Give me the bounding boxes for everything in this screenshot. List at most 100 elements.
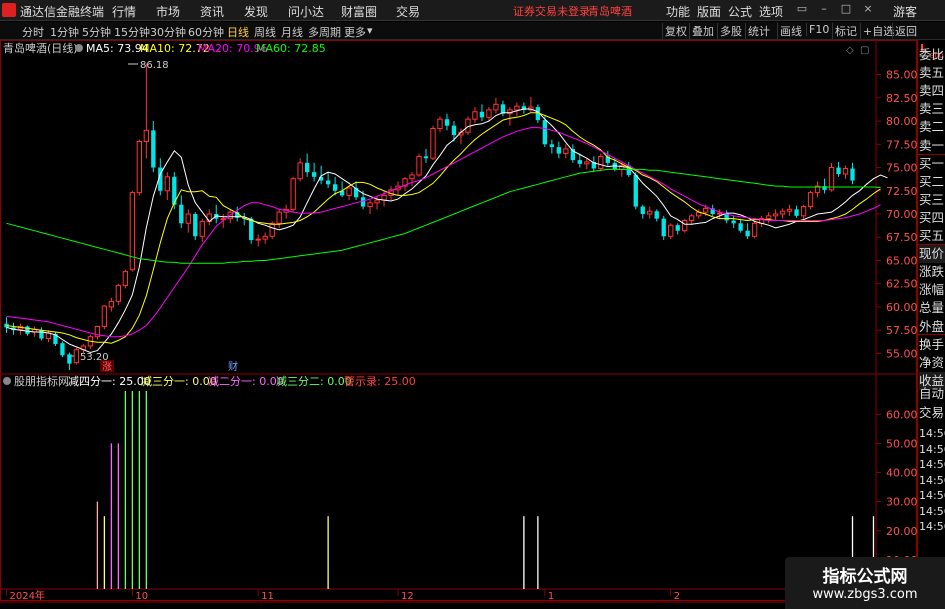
tool-add-watchlist-button[interactable]: +自选 xyxy=(860,23,896,39)
quote-lower-item[interactable]: 自动 xyxy=(919,385,945,403)
guest-label[interactable]: 游客 xyxy=(893,3,917,20)
window-restore-icon[interactable]: ▭ xyxy=(796,3,808,15)
window-minimize-icon[interactable]: – xyxy=(818,3,830,15)
quote-item[interactable]: 买五 xyxy=(919,227,945,245)
candle xyxy=(822,178,827,194)
tool-adjust-button[interactable]: 复权 xyxy=(662,23,689,39)
candle xyxy=(584,158,590,170)
menu-bar: 通达信金融终端 行情 市场 资讯 发现 问小达 财富圈 交易 证券交易未登录 青… xyxy=(0,0,945,21)
tool-f10-button[interactable]: F10 xyxy=(806,23,831,36)
candle-body xyxy=(304,162,310,173)
period-more-chevron-icon[interactable]: ▾ xyxy=(367,24,373,37)
candle-body xyxy=(479,111,485,118)
quote-item[interactable]: 卖二 xyxy=(919,118,945,136)
period-weekly[interactable]: 周线 xyxy=(254,24,276,40)
candle xyxy=(556,141,562,159)
quote-item[interactable]: 卖一 xyxy=(919,137,945,155)
candle xyxy=(486,107,492,122)
candle xyxy=(598,153,604,172)
candle xyxy=(682,218,688,233)
period-tick[interactable]: 分时 xyxy=(22,24,44,40)
quote-item[interactable]: 外盘 xyxy=(919,318,945,336)
quote-item[interactable]: 换手 xyxy=(919,336,945,354)
window-close-icon[interactable]: × xyxy=(862,3,874,15)
cai-tag[interactable]: 财 xyxy=(228,360,238,373)
quote-lower-item[interactable]: 交易 xyxy=(919,404,945,422)
candle-body xyxy=(738,223,743,231)
candle xyxy=(493,97,499,114)
price-tick-label: 65.00 xyxy=(886,254,917,267)
quote-item[interactable]: 买三 xyxy=(919,191,945,209)
legend-toggle-icon[interactable] xyxy=(75,44,83,52)
menu-formula[interactable]: 公式 xyxy=(728,3,752,20)
tool-overlay-button[interactable]: 叠加 xyxy=(689,23,716,39)
period-30min[interactable]: 30分钟 xyxy=(150,24,186,40)
candle-body xyxy=(751,222,758,237)
kline-chart[interactable]: 青岛啤酒(日线) MA5: 73.94 MA10: 72.72 MA20: 70… xyxy=(0,40,917,609)
quote-item[interactable]: 卖五 xyxy=(919,64,945,82)
candle-body xyxy=(346,187,352,196)
indicator-l5: 警示录: 25.00 xyxy=(344,374,416,388)
period-multi[interactable]: 多周期 xyxy=(308,24,341,40)
menu-trade[interactable]: 交易 xyxy=(396,3,420,20)
menu-function[interactable]: 功能 xyxy=(666,3,690,20)
menu-discover[interactable]: 发现 xyxy=(244,3,268,20)
period-5min[interactable]: 5分钟 xyxy=(82,24,111,40)
indicator-l4: 减三分二: 0.00 xyxy=(276,375,352,388)
quote-item[interactable]: 买二 xyxy=(919,173,945,191)
window-maximize-icon[interactable]: □ xyxy=(840,3,852,15)
period-60min[interactable]: 60分钟 xyxy=(188,24,224,40)
candle xyxy=(647,206,653,219)
candle xyxy=(255,234,261,247)
candle xyxy=(304,153,310,177)
quote-item[interactable]: 买一 xyxy=(919,155,945,173)
quote-item[interactable]: 总量 xyxy=(919,299,945,317)
candle-body xyxy=(598,155,604,169)
candle xyxy=(4,317,9,333)
tool-stats-button[interactable]: 统计 xyxy=(745,23,772,39)
candle-body xyxy=(493,103,499,111)
pane-expand-icon[interactable]: ◇ xyxy=(846,45,854,56)
tool-draw-button[interactable]: 画线 xyxy=(777,23,804,39)
candle-body xyxy=(325,180,331,185)
indicator-toggle-icon[interactable] xyxy=(3,377,11,385)
menu-news[interactable]: 资讯 xyxy=(200,3,224,20)
candle xyxy=(731,215,736,228)
candle-body xyxy=(249,218,254,241)
period-monthly[interactable]: 月线 xyxy=(281,24,303,40)
candle-body xyxy=(444,119,450,126)
zhang-tag[interactable]: 涨 xyxy=(102,361,112,373)
menu-market[interactable]: 市场 xyxy=(156,3,180,20)
candle xyxy=(786,204,793,216)
period-15min[interactable]: 15分钟 xyxy=(114,24,150,40)
period-1min[interactable]: 1分钟 xyxy=(50,24,79,40)
quote-item[interactable]: 现价 xyxy=(919,245,945,264)
menu-wealth-circle[interactable]: 财富圈 xyxy=(341,3,377,20)
candle-body xyxy=(472,111,478,120)
menu-ask-xiaoda[interactable]: 问小达 xyxy=(288,3,324,20)
quote-item[interactable]: 卖三 xyxy=(919,100,945,118)
candle xyxy=(164,172,170,201)
quote-item[interactable]: 涨跌 xyxy=(919,263,945,281)
trade-login-notice[interactable]: 证券交易未登录 xyxy=(513,3,590,19)
quote-item[interactable]: 买四 xyxy=(919,209,945,227)
period-daily[interactable]: 日线 xyxy=(227,24,249,40)
indicator-bars xyxy=(96,391,875,589)
candle xyxy=(17,323,24,335)
menu-layout[interactable]: 版面 xyxy=(697,3,721,20)
quote-item[interactable]: 涨幅 xyxy=(919,281,945,299)
quote-item[interactable]: 卖四 xyxy=(919,82,945,100)
candle xyxy=(402,176,408,191)
menu-quote[interactable]: 行情 xyxy=(112,3,136,20)
indicator-tick-label: 50.00 xyxy=(886,437,917,450)
tool-back-button[interactable]: 返回 xyxy=(892,23,919,39)
period-more[interactable]: 更多 xyxy=(344,24,366,40)
menu-options[interactable]: 选项 xyxy=(759,3,783,20)
period-toolbar: 分时 1分钟 5分钟 15分钟 30分钟 60分钟 日线 周线 月线 多周期 更… xyxy=(0,22,945,40)
pane-collapse-icon[interactable]: ▢ xyxy=(860,45,869,56)
quote-item[interactable]: 委比 xyxy=(919,46,945,64)
quote-item[interactable]: 净资 xyxy=(919,354,945,372)
candle xyxy=(528,96,534,113)
tool-multi-stock-button[interactable]: 多股 xyxy=(717,23,744,39)
tool-mark-button[interactable]: 标记 xyxy=(832,23,859,39)
